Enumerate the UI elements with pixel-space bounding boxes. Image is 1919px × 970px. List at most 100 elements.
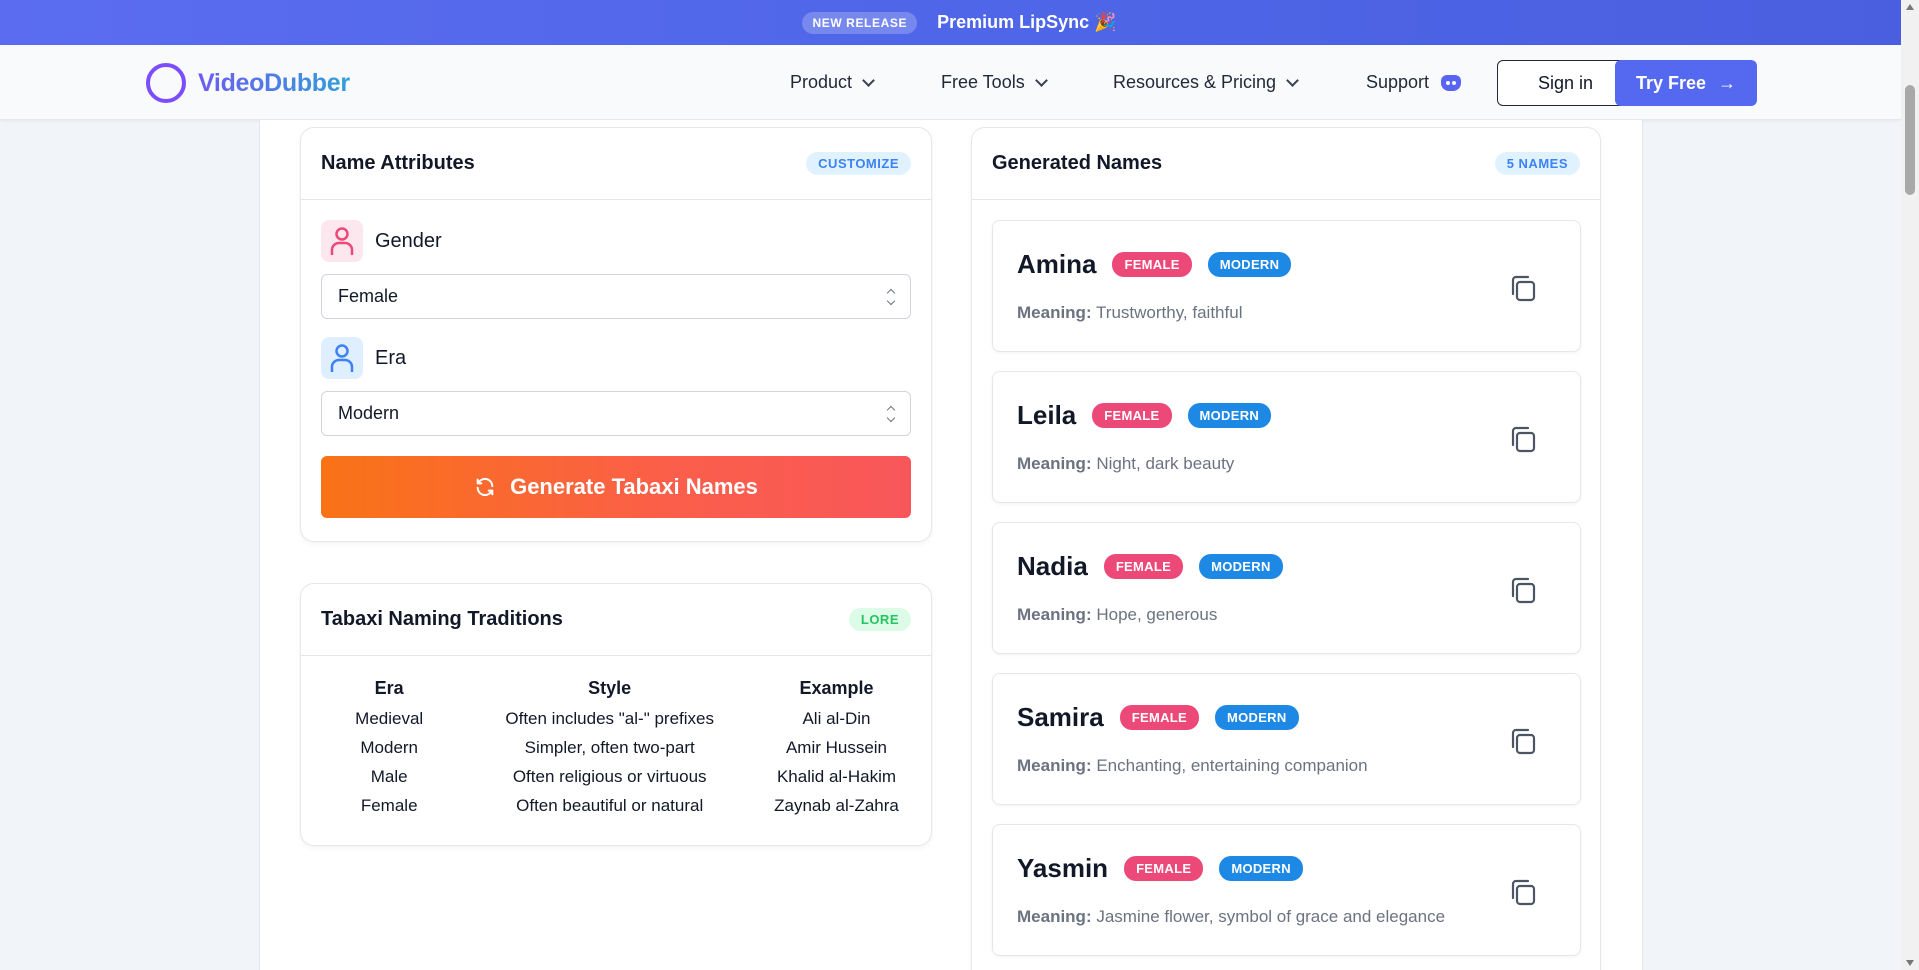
meaning-text: Night, dark beauty (1096, 454, 1235, 473)
name-attributes-card: Name Attributes CUSTOMIZE Gender Female … (300, 127, 932, 542)
generated-name: Yasmin (1017, 853, 1109, 883)
copy-icon[interactable] (1506, 271, 1540, 305)
gender-select[interactable]: Female (321, 274, 911, 319)
top-navigation: VideoDubber Product Free Tools Resources… (0, 45, 1901, 120)
name-meaning: Meaning: Enchanting, entertaining compan… (1017, 756, 1368, 776)
table-cell: Often beautiful or natural (516, 796, 704, 815)
column-header: Style (588, 678, 632, 698)
name-result-card: Yasmin FEMALE MODERN Meaning: Jasmine fl… (992, 824, 1581, 956)
select-arrows-icon (886, 288, 896, 305)
copy-icon[interactable] (1506, 422, 1540, 456)
gender-tag: FEMALE (1103, 554, 1184, 579)
copy-icon[interactable] (1506, 573, 1540, 607)
nav-item-free-tools[interactable]: Free Tools (941, 72, 1048, 93)
arrow-right-icon: → (1718, 72, 1737, 93)
era-tag: MODERN (1219, 856, 1303, 881)
name-result-card: Samira FEMALE MODERN Meaning: Enchanting… (992, 673, 1581, 805)
nav-item-label: Free Tools (941, 72, 1025, 92)
chevron-down-icon (862, 73, 875, 87)
meaning-text: Jasmine flower, symbol of grace and eleg… (1096, 907, 1446, 926)
card-title: Name Attributes (321, 152, 475, 174)
column-header: Era (374, 678, 404, 698)
nav-item-label: Resources & Pricing (1113, 72, 1277, 92)
era-tag: MODERN (1187, 403, 1272, 428)
gender-attribute: Gender (321, 220, 931, 262)
copy-icon[interactable] (1506, 724, 1540, 758)
gender-tag: FEMALE (1092, 403, 1172, 428)
try-free-button[interactable]: Try Free → (1615, 60, 1757, 106)
chevron-down-icon (1286, 73, 1299, 87)
generated-names-card: Generated Names 5 NAMES Amina FEMALE MOD… (971, 127, 1601, 970)
table-cell: Often includes "al-" prefixes (505, 709, 714, 728)
era-select[interactable]: Modern (321, 391, 911, 436)
card-title: Generated Names (992, 152, 1163, 174)
logo-ring-icon (146, 63, 186, 103)
nav-item-product[interactable]: Product (790, 72, 875, 93)
gender-label: Gender (375, 229, 442, 252)
table-cell: Simpler, often two-part (524, 738, 695, 757)
nav-item-label: Product (790, 72, 853, 92)
card-header: Tabaxi Naming Traditions LORE (301, 584, 931, 656)
meaning-text: Trustworthy, faithful (1096, 303, 1243, 322)
naming-traditions-card: Tabaxi Naming Traditions LORE Era Style … (300, 583, 932, 846)
meaning-label: Meaning: (1017, 907, 1092, 926)
table-cell: Khalid al-Hakim (776, 767, 897, 786)
meaning-label: Meaning: (1017, 303, 1092, 322)
generate-button-label: Generate Tabaxi Names (510, 474, 758, 499)
generated-name: Leila (1017, 400, 1077, 430)
meaning-text: Enchanting, entertaining companion (1096, 756, 1368, 775)
table-row: Male Often religious or virtuous Khalid … (301, 763, 931, 792)
era-tag: MODERN (1207, 252, 1292, 277)
name-result-card: Leila FEMALE MODERN Meaning: Night, dark… (992, 371, 1581, 503)
banner-promo-text[interactable]: Premium LipSync 🎉 (937, 12, 1116, 33)
column-header: Example (799, 678, 874, 698)
table-cell: Zaynab al-Zahra (774, 796, 899, 815)
name-result-card: Amina FEMALE MODERN Meaning: Trustworthy… (992, 220, 1581, 352)
try-free-label: Try Free (1635, 72, 1707, 93)
era-select-value: Modern (338, 403, 400, 423)
gender-select-value: Female (338, 286, 399, 306)
card-title: Tabaxi Naming Traditions (321, 608, 563, 630)
gender-tag: FEMALE (1119, 705, 1199, 730)
chevron-down-icon (1034, 73, 1048, 87)
page-scrollbar[interactable] (1901, 0, 1919, 970)
main-content: Name Attributes CUSTOMIZE Gender Female … (259, 120, 1643, 970)
generate-names-button[interactable]: Generate Tabaxi Names (321, 456, 911, 518)
era-tag: MODERN (1199, 554, 1283, 579)
gender-tag: FEMALE (1112, 252, 1192, 277)
nav-item-resources-pricing[interactable]: Resources & Pricing (1113, 72, 1299, 93)
discord-icon (1441, 74, 1462, 91)
table-row: Medieval Often includes "al-" prefixes A… (301, 705, 931, 734)
table-row: Female Often beautiful or natural Zaynab… (301, 792, 931, 821)
table-cell: Female (360, 796, 418, 815)
name-meaning: Meaning: Hope, generous (1017, 605, 1217, 625)
generated-name: Samira (1017, 702, 1104, 732)
table-header-row: Era Style Example (301, 674, 931, 705)
generated-name: Nadia (1017, 551, 1088, 581)
scrollbar-thumb[interactable] (1905, 85, 1915, 195)
scroll-up-icon[interactable] (1906, 4, 1914, 10)
release-banner[interactable]: NEW RELEASE Premium LipSync 🎉 (0, 0, 1919, 45)
name-meaning: Meaning: Jasmine flower, symbol of grace… (1017, 907, 1445, 927)
meaning-label: Meaning: (1017, 605, 1092, 624)
user-icon (321, 337, 363, 379)
era-attribute: Era (321, 337, 931, 379)
table-cell: Medieval (355, 709, 424, 728)
user-icon (321, 220, 363, 262)
meaning-text: Hope, generous (1096, 605, 1218, 624)
name-result-card: Nadia FEMALE MODERN Meaning: Hope, gener… (992, 522, 1581, 654)
nav-item-support[interactable]: Support (1366, 72, 1462, 93)
scroll-down-icon[interactable] (1906, 960, 1914, 966)
table-row: Modern Simpler, often two-part Amir Huss… (301, 734, 931, 763)
select-arrows-icon (886, 405, 896, 422)
name-meaning: Meaning: Trustworthy, faithful (1017, 303, 1242, 323)
brand-name: VideoDubber (198, 68, 350, 97)
copy-icon[interactable] (1506, 875, 1540, 909)
brand-logo[interactable]: VideoDubber (146, 63, 350, 103)
lore-badge: LORE (848, 608, 911, 631)
meaning-label: Meaning: (1017, 756, 1092, 775)
table-cell: Modern (360, 738, 419, 757)
table-cell: Amir Hussein (785, 738, 888, 757)
sign-in-button[interactable]: Sign in (1497, 60, 1634, 106)
meaning-label: Meaning: (1017, 454, 1092, 473)
